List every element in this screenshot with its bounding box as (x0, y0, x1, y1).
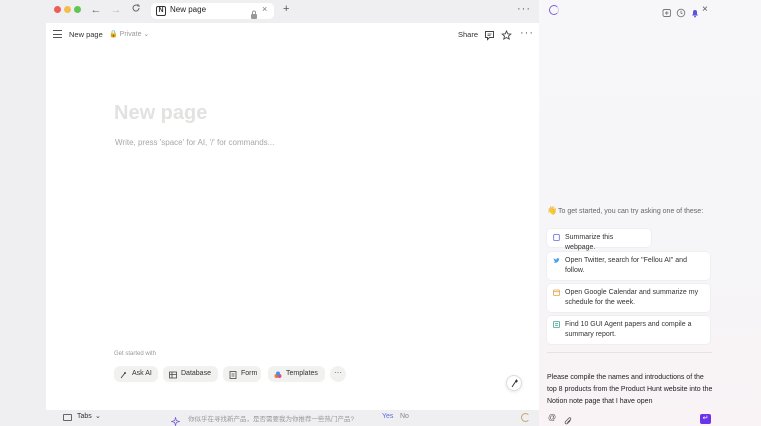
chevron-down-icon: ⌄ (143, 31, 150, 38)
database-chip[interactable]: Database (163, 366, 218, 382)
ai-assistant-panel: × 👋 To get started, you can try asking o… (539, 0, 761, 426)
divider (547, 352, 712, 353)
twitter-icon (553, 257, 560, 264)
close-window-button[interactable] (54, 6, 61, 13)
privacy-selector[interactable]: 🔒 Private ⌄ (109, 30, 149, 38)
page-title[interactable]: New page (114, 102, 207, 125)
templates-icon (274, 370, 282, 378)
assistant-logo-icon (549, 5, 559, 15)
suggestion-card[interactable]: Open Twitter, search for "Fellou AI" and… (547, 252, 710, 280)
browser-bottom-bar: Tabs ⌄ 你似乎在寻找新产品，是否需要我为你推荐一些热门产品? Yes No (46, 410, 539, 426)
suggestion-card[interactable]: Summarize this webpage. (547, 229, 651, 251)
suggestion-text: Open Google Calendar and summarize my sc… (565, 289, 699, 306)
chip-label: Database (181, 370, 211, 377)
back-arrow-icon[interactable]: ← (89, 3, 103, 17)
forward-arrow-icon[interactable]: → (109, 3, 123, 17)
maximize-window-button[interactable] (74, 6, 81, 13)
loading-spinner-icon (521, 413, 530, 422)
tabs-icon[interactable] (63, 414, 72, 421)
prompt-input[interactable]: Please compile the names and introductio… (547, 372, 713, 408)
history-icon[interactable] (676, 5, 686, 18)
notion-favicon-icon: N (156, 6, 166, 16)
get-started-label: Get started with (114, 351, 157, 357)
notion-ai-button[interactable] (506, 375, 522, 391)
new-chat-icon[interactable] (662, 5, 672, 17)
calendar-icon (553, 289, 560, 296)
browser-more-icon[interactable]: ··· (517, 3, 531, 15)
report-icon (553, 321, 560, 328)
star-icon[interactable] (501, 28, 512, 41)
mention-at-icon[interactable]: @ (548, 413, 556, 422)
suggestions-hint: To get started, you can try asking one o… (558, 208, 704, 215)
document-icon (553, 234, 560, 241)
form-icon (229, 370, 237, 379)
table-icon (169, 370, 177, 379)
page-more-icon[interactable]: ··· (520, 27, 534, 39)
chip-label: Ask AI (132, 370, 152, 377)
tabs-menu-label[interactable]: Tabs (77, 413, 92, 420)
comment-icon[interactable] (484, 28, 495, 41)
lock-icon: 🔒 (109, 31, 118, 38)
browser-tab-active[interactable]: N New page × (151, 3, 274, 19)
suggestion-yes-button[interactable]: Yes (382, 413, 393, 420)
sidebar-menu-icon[interactable] (53, 30, 62, 38)
close-panel-icon[interactable]: × (702, 5, 712, 15)
reload-icon[interactable] (129, 3, 143, 17)
browser-titlebar: ← → N New page × + ··· (0, 0, 539, 23)
suggestion-card[interactable]: Open Google Calendar and summarize my sc… (547, 284, 710, 312)
suggestion-card[interactable]: Find 10 GUI Agent papers and compile a s… (547, 316, 710, 344)
suggestion-no-button[interactable]: No (400, 413, 409, 420)
bell-icon[interactable] (690, 5, 700, 18)
privacy-label: Private (119, 31, 142, 38)
tab-close-icon[interactable]: × (262, 4, 267, 14)
chip-label: Form (241, 370, 258, 377)
wave-hand-icon: 👋 (547, 206, 557, 215)
breadcrumb[interactable]: New page (69, 30, 103, 39)
tab-title: New page (170, 5, 207, 14)
templates-chip[interactable]: Templates (268, 366, 325, 382)
sparkle-icon (170, 413, 181, 426)
form-chip[interactable]: Form (223, 366, 261, 382)
ai-suggestion-text: 你似乎在寻找新产品，是否需要我为你推荐一些热门产品? (188, 416, 355, 423)
minimize-window-button[interactable] (64, 6, 71, 13)
chip-label: Templates (286, 370, 318, 377)
lock-icon (250, 6, 258, 19)
attachment-icon[interactable] (564, 413, 573, 425)
page-body-placeholder[interactable]: Write, press 'space' for AI, '/' for com… (115, 138, 274, 147)
prompt-toolbar: @ ↵ (539, 410, 761, 426)
ai-sparkle-icon (120, 370, 128, 379)
send-button[interactable]: ↵ (700, 414, 711, 424)
more-chips-button[interactable]: ··· (330, 366, 346, 382)
share-button[interactable]: Share (458, 30, 478, 39)
new-tab-button[interactable]: + (283, 3, 289, 15)
suggestion-text: Open Twitter, search for "Fellou AI" and… (565, 257, 687, 274)
notion-page: New page 🔒 Private ⌄ Share ··· New page … (46, 23, 539, 410)
suggestion-text: Find 10 GUI Agent papers and compile a s… (565, 321, 692, 338)
suggestion-text: Summarize this webpage. (565, 234, 614, 251)
ask-ai-chip[interactable]: Ask AI (114, 366, 158, 382)
chevron-down-icon[interactable]: ⌄ (95, 412, 101, 420)
